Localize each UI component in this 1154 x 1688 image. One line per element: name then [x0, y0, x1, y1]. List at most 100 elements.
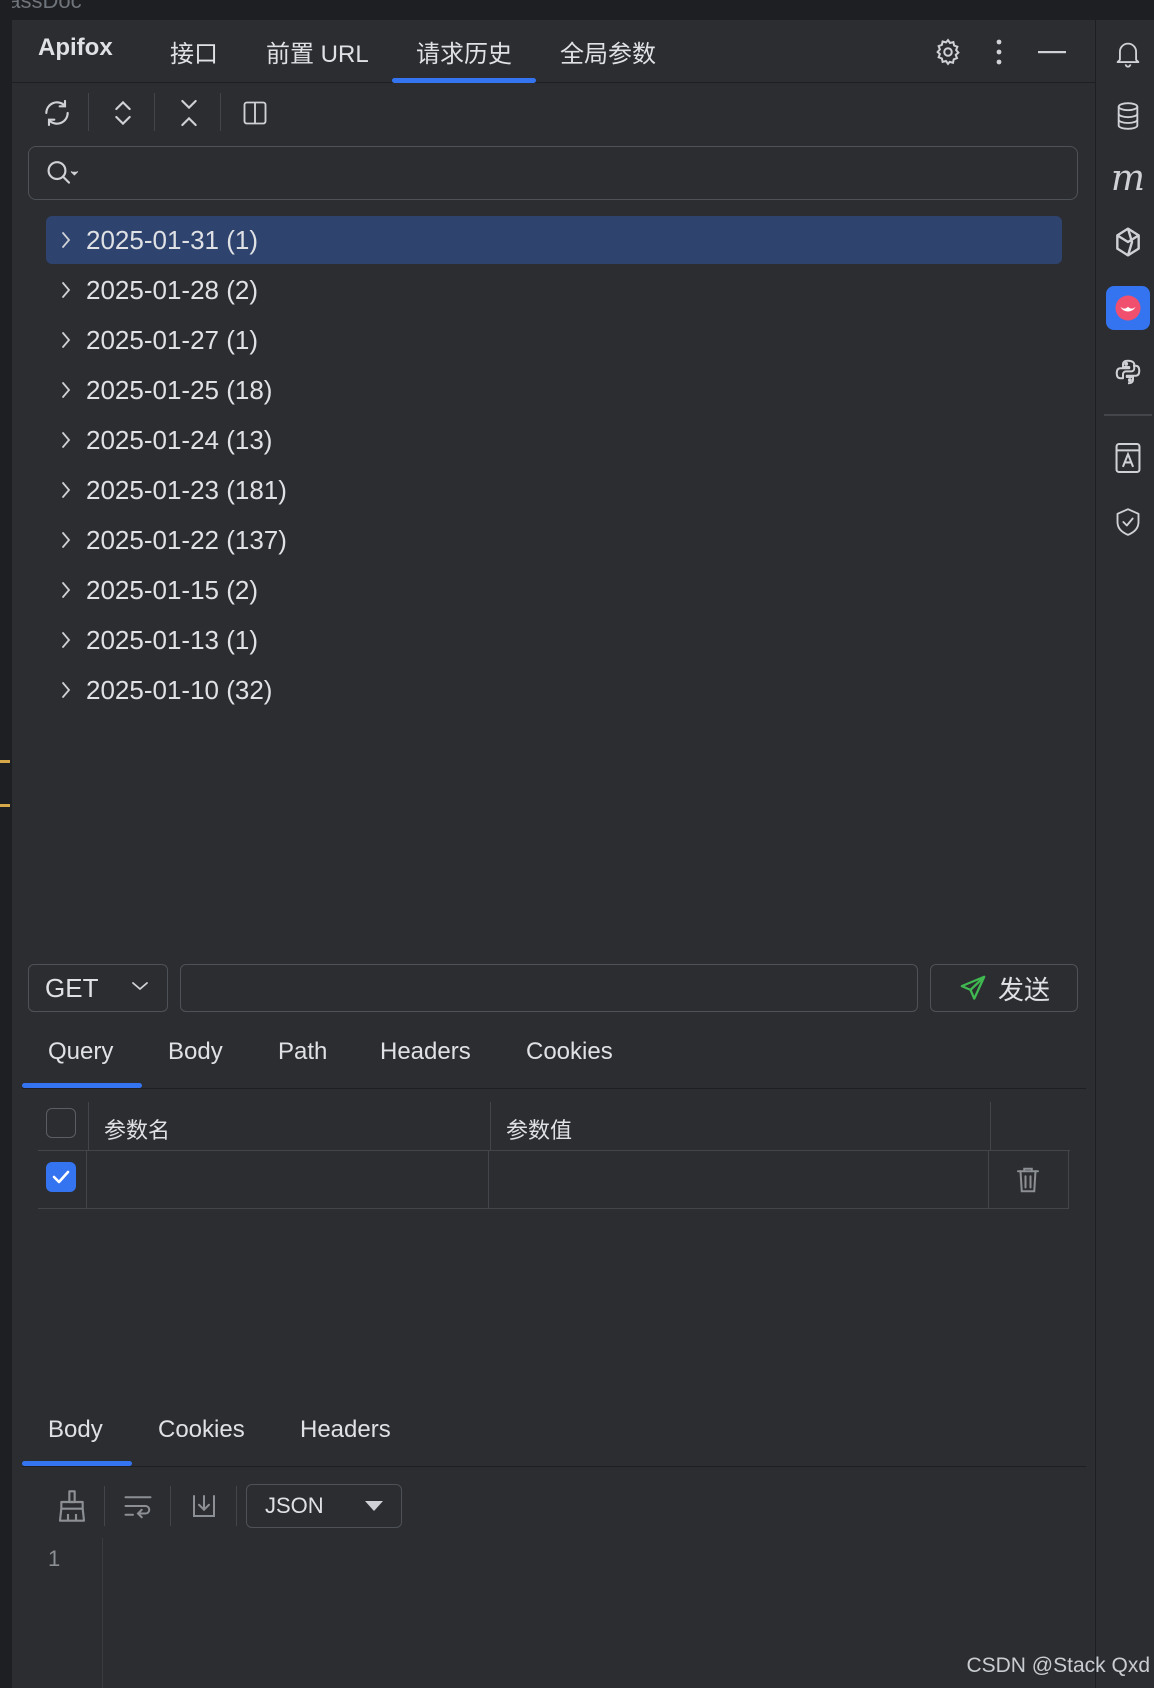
download-icon[interactable]: [184, 1486, 224, 1526]
minimize-icon[interactable]: [1036, 34, 1068, 70]
chevron-right-icon[interactable]: [46, 380, 86, 400]
history-date-label: 2025-01-10 (32): [86, 674, 273, 705]
watermark: CSDN @Stack Qxd: [966, 1654, 1150, 1677]
gear-icon[interactable]: [930, 34, 966, 70]
column-divider: [88, 1102, 89, 1150]
clear-broom-icon[interactable]: [52, 1486, 92, 1526]
trash-icon[interactable]: [1008, 1162, 1048, 1198]
history-date-label: 2025-01-13 (1): [86, 624, 258, 655]
send-label: 发送: [997, 974, 1050, 1005]
top-window-edge: uassDoc: [0, 0, 1154, 20]
tab-global-params[interactable]: 全局参数: [560, 34, 656, 69]
tab-path[interactable]: Path: [278, 1038, 327, 1066]
paper-plane-icon: [958, 973, 988, 1003]
history-date-row[interactable]: 2025-01-23 (181): [46, 466, 1062, 514]
column-divider: [86, 1150, 87, 1208]
chevron-right-icon[interactable]: [46, 330, 86, 350]
collapse-all-icon[interactable]: [170, 94, 208, 132]
response-tab-body[interactable]: Body: [48, 1416, 103, 1444]
history-date-label: 2025-01-23 (181): [86, 474, 287, 505]
left-editor-gutter: [0, 0, 12, 1688]
history-date-row[interactable]: 2025-01-13 (1): [46, 616, 1062, 664]
history-date-row[interactable]: 2025-01-28 (2): [46, 266, 1062, 314]
toolbar-separator: [104, 1486, 105, 1526]
chevron-right-icon[interactable]: [46, 580, 86, 600]
divider: [22, 1466, 1086, 1467]
toolbar-separator: [88, 93, 89, 131]
tab-headers[interactable]: Headers: [380, 1038, 471, 1066]
column-header-value: 参数值: [506, 1118, 573, 1143]
chevron-right-icon[interactable]: [46, 680, 86, 700]
params-table: 参数名 参数值: [38, 1102, 1070, 1210]
tab-prefix-url[interactable]: 前置 URL: [266, 34, 369, 69]
refresh-icon[interactable]: [38, 94, 76, 132]
column-divider: [990, 1102, 991, 1150]
send-button[interactable]: 发送: [930, 964, 1078, 1012]
history-date-row[interactable]: 2025-01-24 (13): [46, 416, 1062, 464]
split-view-icon[interactable]: [236, 94, 274, 132]
chevron-right-icon[interactable]: [46, 630, 86, 650]
param-value-cell[interactable]: [492, 1150, 986, 1208]
chevron-right-icon[interactable]: [46, 230, 86, 250]
ai-assistant-icon[interactable]: [1108, 222, 1148, 262]
select-all-checkbox[interactable]: [46, 1108, 76, 1138]
format-label: JSON: [265, 1493, 324, 1518]
editor-gutter-line: [102, 1538, 103, 1688]
expand-all-icon[interactable]: [104, 94, 142, 132]
apifox-icon[interactable]: [1106, 286, 1150, 330]
brand-title: Apifox: [38, 34, 113, 61]
param-name-cell[interactable]: [90, 1150, 486, 1208]
chevron-right-icon[interactable]: [46, 430, 86, 450]
chevron-right-icon[interactable]: [46, 530, 86, 550]
docs-icon[interactable]: [1108, 438, 1148, 478]
search-input[interactable]: [28, 146, 1078, 200]
history-date-label: 2025-01-22 (137): [86, 524, 287, 555]
method-select[interactable]: GET: [28, 964, 168, 1012]
column-header-name: 参数名: [104, 1118, 171, 1143]
table-row: [38, 1150, 1069, 1209]
history-date-row[interactable]: 2025-01-10 (32): [46, 666, 1062, 714]
search-icon: [45, 158, 81, 188]
history-date-row[interactable]: 2025-01-27 (1): [46, 316, 1062, 364]
column-divider: [988, 1150, 989, 1208]
chevron-down-icon: [131, 980, 149, 992]
sidebar-separator: [1104, 414, 1152, 416]
row-checkbox[interactable]: [46, 1162, 76, 1192]
tab-interfaces[interactable]: 接口: [170, 34, 218, 69]
python-icon[interactable]: [1108, 352, 1148, 392]
history-date-row[interactable]: 2025-01-15 (2): [46, 566, 1062, 614]
divider: [22, 1088, 1086, 1089]
chevron-right-icon[interactable]: [46, 480, 86, 500]
response-editor[interactable]: [104, 1540, 1084, 1688]
tab-cookies[interactable]: Cookies: [526, 1038, 613, 1066]
bell-icon[interactable]: [1108, 34, 1148, 74]
method-label: GET: [45, 972, 99, 1003]
response-tab-cookies[interactable]: Cookies: [158, 1416, 245, 1444]
response-tab-headers[interactable]: Headers: [300, 1416, 391, 1444]
m-plugin-icon[interactable]: m: [1106, 156, 1150, 200]
toolbar-separator: [170, 1486, 171, 1526]
history-date-row[interactable]: 2025-01-25 (18): [46, 366, 1062, 414]
history-date-label: 2025-01-31 (1): [86, 224, 258, 255]
right-tool-sidebar: [1095, 20, 1154, 1688]
database-icon[interactable]: [1108, 96, 1148, 136]
tab-query[interactable]: Query: [48, 1038, 113, 1066]
toolbar-separator: [236, 1486, 237, 1526]
line-number: 1: [48, 1546, 61, 1571]
toolbar-separator: [154, 93, 155, 131]
format-select[interactable]: JSON: [246, 1484, 402, 1528]
caret-down-icon: [365, 1501, 383, 1511]
wrap-lines-icon[interactable]: [118, 1486, 158, 1526]
tab-request-history[interactable]: 请求历史: [416, 34, 512, 69]
history-date-label: 2025-01-28 (2): [86, 274, 258, 305]
history-date-label: 2025-01-27 (1): [86, 324, 258, 355]
tab-body[interactable]: Body: [168, 1038, 223, 1066]
active-tab-indicator: [392, 78, 536, 83]
history-date-label: 2025-01-25 (18): [86, 374, 273, 405]
url-input[interactable]: [180, 964, 918, 1012]
chevron-right-icon[interactable]: [46, 280, 86, 300]
history-date-row[interactable]: 2025-01-22 (137): [46, 516, 1062, 564]
history-date-row[interactable]: 2025-01-31 (1): [46, 216, 1062, 264]
shield-check-icon[interactable]: [1108, 502, 1148, 542]
more-vertical-icon[interactable]: [984, 34, 1014, 70]
